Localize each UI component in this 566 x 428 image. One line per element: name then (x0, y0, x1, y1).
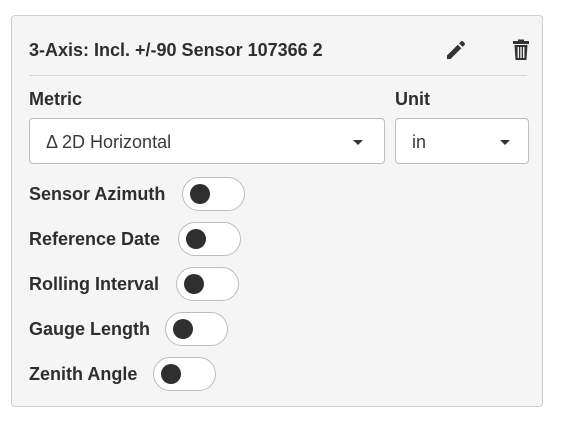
toggle-knob (161, 364, 181, 384)
chevron-down-icon (353, 140, 363, 145)
toggle-label: Sensor Azimuth (29, 184, 166, 204)
toggle-label: Reference Date (29, 229, 161, 249)
unit-label: Unit (395, 89, 430, 109)
rolling-interval-toggle[interactable] (176, 267, 239, 301)
sensor-panel: 3-Axis: Incl. +/-90 Sensor 107366 2 Metr… (11, 15, 543, 407)
chevron-down-icon (500, 140, 510, 145)
panel-header: 3-Axis: Incl. +/-90 Sensor 107366 2 (29, 16, 529, 76)
metric-select-value: Δ 2D Horizontal (46, 132, 172, 152)
metric-select[interactable]: Δ 2D Horizontal (29, 118, 385, 164)
pencil-icon (447, 40, 466, 59)
toggle-knob (184, 274, 204, 294)
toggle-knob (190, 184, 210, 204)
panel-title: 3-Axis: Incl. +/-90 Sensor 107366 2 (29, 40, 323, 60)
unit-select[interactable]: in (395, 118, 529, 164)
metric-label: Metric (29, 89, 83, 109)
reference-date-toggle[interactable] (178, 222, 241, 256)
unit-select-value: in (412, 132, 427, 152)
toggle-label: Gauge Length (29, 319, 150, 339)
toggle-knob (173, 319, 193, 339)
edit-button[interactable] (444, 38, 468, 62)
gauge-length-toggle[interactable] (165, 312, 228, 346)
toggle-label: Rolling Interval (29, 274, 160, 294)
zenith-angle-toggle[interactable] (153, 357, 216, 391)
sensor-azimuth-toggle[interactable] (182, 177, 245, 211)
delete-button[interactable] (509, 38, 533, 62)
toggle-label: Zenith Angle (29, 364, 138, 384)
toggle-knob (186, 229, 206, 249)
trash-icon (513, 39, 529, 60)
